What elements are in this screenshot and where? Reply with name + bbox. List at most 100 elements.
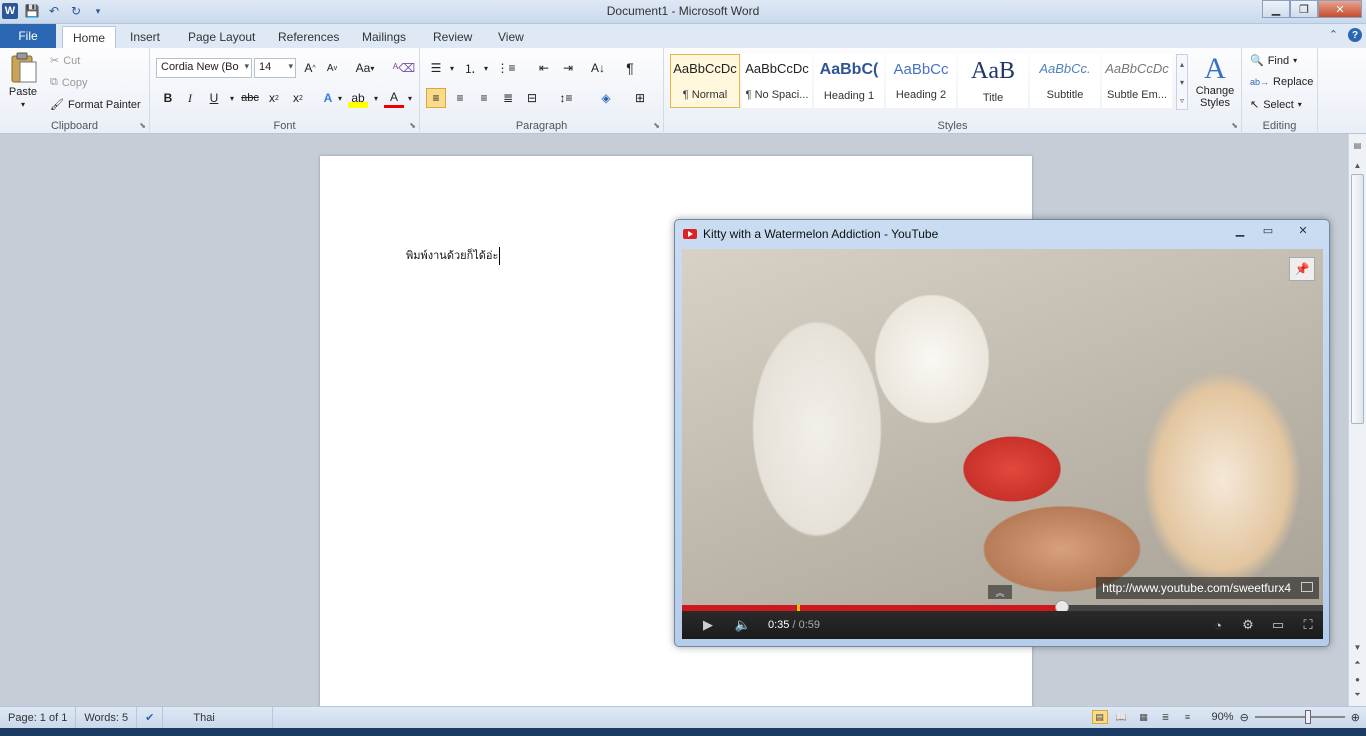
superscript-icon[interactable]: x2 bbox=[288, 88, 308, 108]
shading-icon[interactable]: ◈ bbox=[596, 88, 616, 108]
close-button[interactable]: ✕ bbox=[1318, 0, 1362, 18]
fullscreen-icon[interactable]: ⛶ bbox=[1297, 611, 1319, 639]
style-no-spacing[interactable]: AaBbCcDc ¶ No Spaci... bbox=[742, 54, 812, 108]
clipboard-launcher-icon[interactable]: ⬊ bbox=[139, 121, 146, 130]
zoom-in-icon[interactable]: ⊕ bbox=[1351, 711, 1360, 724]
style-normal[interactable]: AaBbCcDc ¶ Normal bbox=[670, 54, 740, 108]
tab-insert[interactable]: Insert bbox=[120, 26, 170, 48]
document-text[interactable]: พิมพ์งานด้วยก็ได้อ่ะ bbox=[406, 246, 501, 265]
align-center-icon[interactable]: ≡ bbox=[450, 88, 470, 108]
scrollbar-thumb[interactable] bbox=[1351, 174, 1364, 424]
subscript-icon[interactable]: x2 bbox=[264, 88, 284, 108]
font-color-dropdown-icon[interactable]: ▾ bbox=[400, 88, 420, 108]
underline-icon[interactable]: U bbox=[204, 88, 224, 108]
paste-button[interactable]: Paste ▾ bbox=[8, 52, 38, 109]
tab-home[interactable]: Home bbox=[62, 26, 117, 48]
replace-button[interactable]: ab→ Replace bbox=[1250, 76, 1313, 88]
cut-button[interactable]: ✂ Cut bbox=[50, 54, 80, 68]
align-left-icon[interactable]: ≡ bbox=[426, 88, 446, 108]
maximize-button[interactable]: ❐ bbox=[1290, 0, 1318, 18]
highlight-dropdown-icon[interactable]: ▾ bbox=[366, 88, 386, 108]
settings-gear-icon[interactable]: ⚙ bbox=[1237, 611, 1259, 639]
change-styles-button[interactable]: A Change Styles bbox=[1192, 54, 1238, 110]
distributed-icon[interactable]: ⊟ bbox=[522, 88, 542, 108]
font-family-select[interactable]: Cordia New (Bo bbox=[156, 58, 252, 78]
line-spacing-icon[interactable]: ↕≡ bbox=[556, 88, 576, 108]
print-layout-icon[interactable]: ▤ bbox=[1091, 710, 1108, 724]
text-effects-dropdown-icon[interactable]: ▾ bbox=[330, 88, 350, 108]
highlight-icon[interactable]: ab bbox=[348, 88, 368, 108]
watch-later-icon[interactable]: ◔ bbox=[1207, 611, 1229, 639]
ruler-toggle-icon[interactable]: ▤ bbox=[1349, 138, 1366, 152]
full-screen-reading-icon[interactable]: 📖 bbox=[1114, 710, 1130, 724]
gallery-down-icon[interactable]: ▾ bbox=[1180, 78, 1184, 87]
theater-mode-icon[interactable]: ▭ bbox=[1267, 611, 1289, 639]
tab-references[interactable]: References bbox=[268, 26, 349, 48]
find-button[interactable]: 🔍 Find ▾ bbox=[1250, 54, 1297, 68]
youtube-close-button[interactable]: ✕ bbox=[1283, 222, 1323, 238]
style-subtle-emphasis[interactable]: AaBbCcDc Subtle Em... bbox=[1102, 54, 1172, 108]
vertical-scrollbar[interactable]: ▤ ▲ ▼ ⏶ ● ⏷ bbox=[1348, 134, 1366, 706]
zoom-level[interactable]: 90% bbox=[1212, 711, 1234, 723]
shrink-font-icon[interactable]: Av bbox=[322, 58, 342, 78]
style-subtitle[interactable]: AaBbCc. Subtitle bbox=[1030, 54, 1100, 108]
tab-mailings[interactable]: Mailings bbox=[352, 26, 416, 48]
draft-icon[interactable]: ≡ bbox=[1180, 710, 1196, 724]
minimize-ribbon-icon[interactable]: ⌃ bbox=[1329, 28, 1338, 42]
web-layout-icon[interactable]: ▦ bbox=[1136, 710, 1152, 724]
youtube-minimize-button[interactable]: ▁ bbox=[1227, 222, 1253, 238]
format-painter-button[interactable]: 🖌 Format Painter bbox=[50, 98, 141, 112]
copy-button[interactable]: ⧉ Copy bbox=[50, 76, 88, 89]
help-icon[interactable]: ? bbox=[1348, 28, 1362, 42]
bullets-dropdown-icon[interactable]: ▾ bbox=[442, 58, 462, 78]
sort-icon[interactable]: A↓ bbox=[588, 58, 608, 78]
style-heading-2[interactable]: AaBbCc Heading 2 bbox=[886, 54, 956, 108]
play-icon[interactable]: ▶ bbox=[688, 611, 728, 639]
decrease-indent-icon[interactable]: ⇤ bbox=[534, 58, 554, 78]
italic-icon[interactable]: I bbox=[180, 88, 200, 108]
scroll-up-icon[interactable]: ▲ bbox=[1349, 158, 1366, 172]
paste-dropdown-icon[interactable]: ▾ bbox=[21, 100, 25, 109]
tab-page-layout[interactable]: Page Layout bbox=[178, 26, 265, 48]
zoom-slider-knob[interactable] bbox=[1304, 710, 1311, 724]
browse-object-icon[interactable]: ● bbox=[1349, 672, 1366, 686]
previous-page-icon[interactable]: ⏶ bbox=[1349, 656, 1366, 670]
outline-icon[interactable]: ≣ bbox=[1158, 710, 1174, 724]
youtube-popup-window[interactable]: Kitty with a Watermelon Addiction - YouT… bbox=[674, 219, 1330, 647]
strikethrough-icon[interactable]: abc bbox=[238, 88, 262, 108]
video-frame[interactable]: 📌 ︽ http://www.youtube.com/sweetfurx4 bbox=[682, 249, 1323, 609]
proofing-icon[interactable]: ✔ bbox=[137, 706, 164, 729]
scroll-down-icon[interactable]: ▼ bbox=[1349, 640, 1366, 654]
style-title[interactable]: AaB Title bbox=[958, 54, 1028, 108]
tab-view[interactable]: View bbox=[488, 26, 534, 48]
clear-formatting-icon[interactable]: ᴬ⌫ bbox=[393, 58, 415, 78]
show-formatting-marks-icon[interactable]: ¶ bbox=[620, 58, 640, 78]
styles-gallery-scroll[interactable]: ▴ ▾ ▿ bbox=[1176, 54, 1188, 110]
grow-font-icon[interactable]: A ^ bbox=[300, 58, 320, 78]
tab-review[interactable]: Review bbox=[423, 26, 482, 48]
styles-launcher-icon[interactable]: ⬊ bbox=[1231, 121, 1238, 130]
youtube-maximize-button[interactable]: ▭ bbox=[1255, 222, 1281, 238]
multilevel-list-icon[interactable]: ⋮≡ bbox=[496, 58, 516, 78]
change-case-button[interactable]: Aa ▾ bbox=[352, 58, 378, 78]
tab-file[interactable]: File bbox=[0, 24, 56, 48]
font-launcher-icon[interactable]: ⬊ bbox=[409, 121, 416, 130]
select-button[interactable]: ↖ Select ▾ bbox=[1250, 98, 1302, 112]
chevron-up-icon[interactable]: ︽ bbox=[988, 585, 1012, 599]
next-page-icon[interactable]: ⏷ bbox=[1349, 688, 1366, 702]
justify-icon[interactable]: ≣ bbox=[498, 88, 518, 108]
zoom-slider[interactable] bbox=[1254, 710, 1345, 724]
numbering-dropdown-icon[interactable]: ▾ bbox=[476, 58, 496, 78]
font-size-select[interactable]: 14 bbox=[254, 58, 296, 78]
language-indicator[interactable]: Thai bbox=[163, 706, 274, 729]
increase-indent-icon[interactable]: ⇥ bbox=[558, 58, 578, 78]
channel-url-overlay[interactable]: http://www.youtube.com/sweetfurx4 bbox=[1096, 577, 1319, 599]
zoom-out-icon[interactable]: ⊖ bbox=[1240, 711, 1249, 724]
volume-icon[interactable]: 🔈 bbox=[728, 611, 758, 639]
word-count[interactable]: Words: 5 bbox=[76, 706, 138, 729]
bold-icon[interactable]: B bbox=[158, 88, 178, 108]
gallery-more-icon[interactable]: ▿ bbox=[1180, 96, 1184, 105]
page-count[interactable]: Page: 1 of 1 bbox=[0, 706, 77, 729]
gallery-up-icon[interactable]: ▴ bbox=[1180, 60, 1184, 69]
paragraph-launcher-icon[interactable]: ⬊ bbox=[653, 121, 660, 130]
